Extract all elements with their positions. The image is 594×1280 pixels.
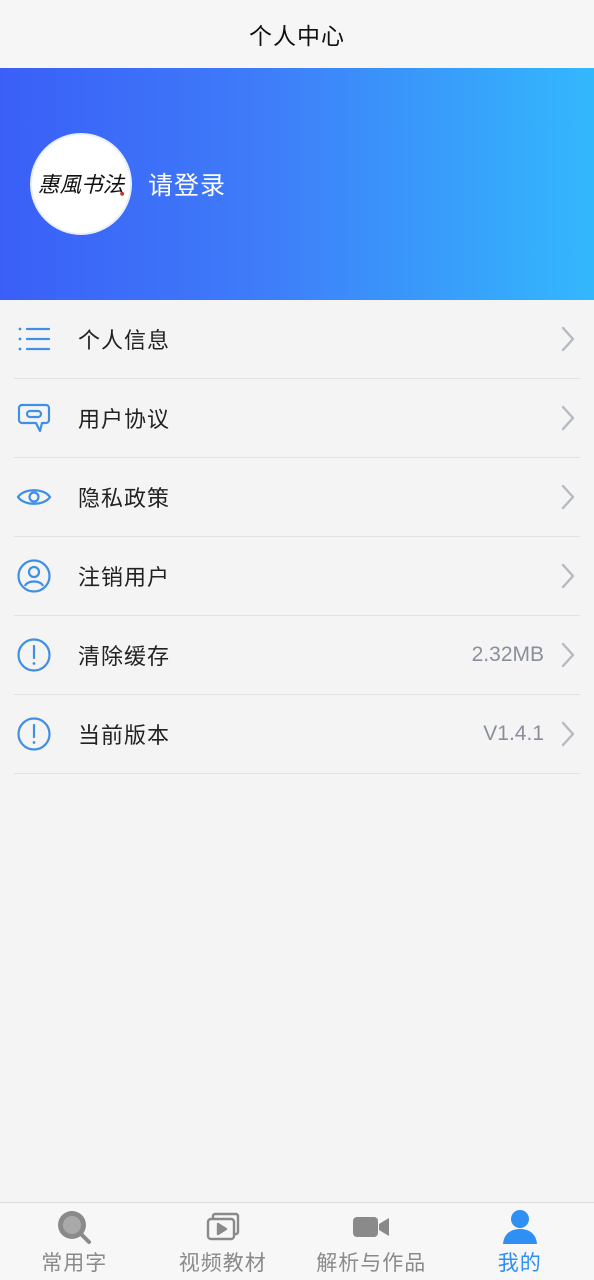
tab-label: 我的 bbox=[497, 1251, 542, 1275]
brand-logo-text: 惠風书法 bbox=[38, 173, 126, 198]
alert-circle-icon bbox=[14, 714, 54, 754]
user-circle-icon bbox=[14, 556, 54, 596]
tab-label: 视频教材 bbox=[178, 1251, 267, 1275]
menu-item-label: 隐私政策 bbox=[78, 487, 171, 512]
search-icon bbox=[54, 1207, 94, 1247]
tab-label: 解析与作品 bbox=[316, 1251, 427, 1275]
login-link[interactable]: 请登录 bbox=[148, 166, 226, 202]
chevron-right-icon bbox=[558, 719, 578, 749]
chevron-right-icon bbox=[558, 324, 578, 354]
tab-label: 常用字 bbox=[41, 1251, 108, 1275]
menu-item-current-version[interactable]: 当前版本 V1.4.1 bbox=[14, 695, 580, 774]
avatar[interactable]: 惠風书法 bbox=[30, 133, 132, 235]
cache-size-value: 2.32MB bbox=[471, 643, 544, 666]
chevron-right-icon bbox=[558, 403, 578, 433]
menu-item-clear-cache[interactable]: 清除缓存 2.32MB bbox=[14, 616, 580, 695]
profile-header: 惠風书法 请登录 bbox=[0, 68, 594, 300]
video-play-icon bbox=[203, 1207, 243, 1247]
chevron-right-icon bbox=[558, 640, 578, 670]
menu-item-label: 个人信息 bbox=[78, 329, 171, 354]
tab-common-characters[interactable]: 常用字 bbox=[0, 1203, 149, 1280]
brand-logo: 惠風书法 bbox=[38, 173, 126, 198]
list-icon bbox=[14, 319, 54, 359]
settings-menu: 个人信息 用户协议 隐私政策 注销用户 清除缓存 2.32MB 当前版本 V1.… bbox=[0, 300, 594, 774]
menu-item-privacy-policy[interactable]: 隐私政策 bbox=[14, 458, 580, 537]
chevron-right-icon bbox=[558, 482, 578, 512]
user-icon bbox=[500, 1207, 540, 1247]
alert-circle-icon bbox=[14, 635, 54, 675]
menu-item-label: 当前版本 bbox=[78, 724, 171, 749]
menu-item-label: 用户协议 bbox=[78, 408, 171, 433]
version-value: V1.4.1 bbox=[483, 722, 544, 745]
eye-icon bbox=[14, 477, 54, 517]
bottom-tab-bar: 常用字 视频教材 解析与作品 我的 bbox=[0, 1202, 594, 1280]
menu-item-user-agreement[interactable]: 用户协议 bbox=[14, 379, 580, 458]
top-bar: 个人中心 bbox=[0, 0, 594, 68]
tab-mine[interactable]: 我的 bbox=[446, 1203, 594, 1280]
menu-item-label: 注销用户 bbox=[78, 566, 171, 591]
menu-item-personal-info[interactable]: 个人信息 bbox=[14, 300, 580, 379]
camera-icon bbox=[351, 1207, 391, 1247]
personal-center-page: 个人中心 惠風书法 请登录 个人信息 用户协议 隐私政策 注销用户 清除缓存 2… bbox=[0, 0, 594, 1280]
menu-item-label: 清除缓存 bbox=[78, 645, 171, 670]
tab-analysis-works[interactable]: 解析与作品 bbox=[297, 1203, 446, 1280]
menu-item-cancel-account[interactable]: 注销用户 bbox=[14, 537, 580, 616]
tag-chat-icon bbox=[14, 398, 54, 438]
chevron-right-icon bbox=[558, 561, 578, 591]
page-title: 个人中心 bbox=[249, 24, 345, 50]
tab-video-tutorials[interactable]: 视频教材 bbox=[149, 1203, 298, 1280]
